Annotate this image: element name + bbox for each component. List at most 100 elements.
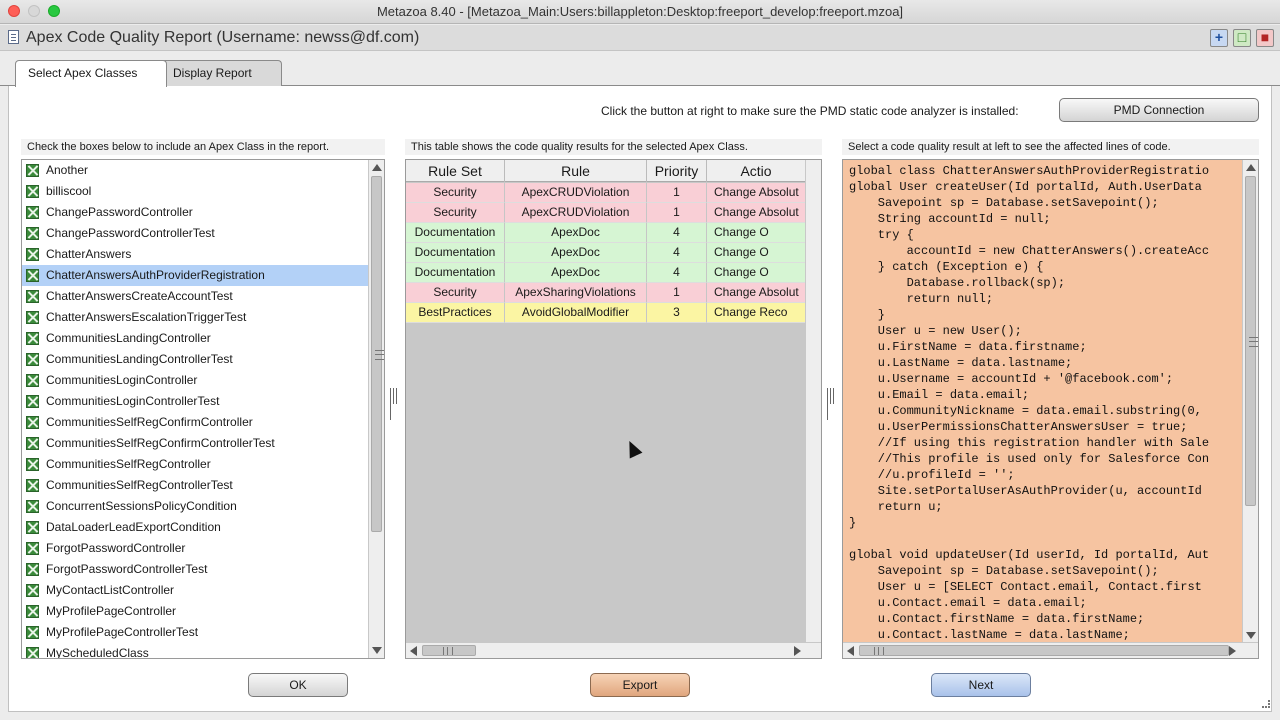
export-button[interactable]: Export	[590, 673, 690, 697]
class-list-item[interactable]: MyProfilePageController	[22, 601, 384, 622]
class-list-item[interactable]: ChangePasswordControllerTest	[22, 223, 384, 244]
results-vertical-scrollbar[interactable]	[805, 160, 821, 643]
results-hscroll-thumb[interactable]	[422, 645, 476, 656]
class-name-label: CommunitiesLoginControllerTest	[46, 394, 220, 408]
class-list-item[interactable]: ConcurrentSessionsPolicyCondition	[22, 496, 384, 517]
class-list-item[interactable]: CommunitiesSelfRegConfirmControllerTest	[22, 433, 384, 454]
resize-grip-icon[interactable]	[1262, 700, 1270, 708]
scroll-left-arrow-icon[interactable]	[410, 646, 417, 656]
table-row[interactable]: Security ApexSharingViolations 1 Change Abs…	[406, 283, 806, 303]
scroll-thumb[interactable]	[371, 176, 384, 532]
checkbox-checked-icon[interactable]	[26, 248, 39, 261]
results-table[interactable]: Rule Set Rule Priority Actio Security Ape…	[405, 159, 822, 659]
checkbox-checked-icon[interactable]	[26, 374, 39, 387]
checkbox-checked-icon[interactable]	[26, 521, 39, 534]
code-line: u.Contact.firstName = data.firstName;	[849, 612, 1145, 626]
class-list-item[interactable]: ChatterAnswersCreateAccountTest	[22, 286, 384, 307]
table-row[interactable]: BestPractices AvoidGlobalModifier 3 Change …	[406, 303, 806, 323]
class-list-item[interactable]: ForgotPasswordControllerTest	[22, 559, 384, 580]
checkbox-checked-icon[interactable]	[26, 437, 39, 450]
checkbox-checked-icon[interactable]	[26, 563, 39, 576]
checkbox-checked-icon[interactable]	[26, 647, 39, 658]
code-hscroll-thumb[interactable]	[859, 645, 1229, 656]
scroll-up-arrow-icon[interactable]	[372, 164, 382, 171]
checkbox-checked-icon[interactable]	[26, 395, 39, 408]
class-list-item[interactable]: CommunitiesLoginController	[22, 370, 384, 391]
class-list-item[interactable]: ForgotPasswordController	[22, 538, 384, 559]
table-row[interactable]: Documentation ApexDoc 4 Change O	[406, 243, 806, 263]
class-list-item[interactable]: billiscool	[22, 181, 384, 202]
class-list-item[interactable]: CommunitiesLandingControllerTest	[22, 349, 384, 370]
class-list-item[interactable]: MyProfilePageControllerTest	[22, 622, 384, 643]
ok-button[interactable]: OK	[248, 673, 348, 697]
checkbox-checked-icon[interactable]	[26, 458, 39, 471]
checkbox-checked-icon[interactable]	[26, 605, 39, 618]
checkbox-checked-icon[interactable]	[26, 290, 39, 303]
class-list-scrollbar[interactable]	[368, 160, 384, 658]
column-header-rule[interactable]: Rule	[505, 160, 647, 182]
close-report-button[interactable]: ■	[1256, 29, 1274, 47]
app-header: Apex Code Quality Report (Username: news…	[0, 25, 1280, 51]
class-list-item[interactable]: CommunitiesLandingController	[22, 328, 384, 349]
column-header-rule-set[interactable]: Rule Set	[406, 160, 505, 182]
class-list-item[interactable]: MyScheduledClass	[22, 643, 384, 658]
class-list-item[interactable]: ChatterAnswers	[22, 244, 384, 265]
checkbox-checked-icon[interactable]	[26, 269, 39, 282]
class-list-item[interactable]: CommunitiesSelfRegControllerTest	[22, 475, 384, 496]
tab-display-report[interactable]: Display Report	[160, 60, 282, 86]
scroll-up-arrow-icon[interactable]	[1246, 164, 1256, 171]
checkbox-checked-icon[interactable]	[26, 500, 39, 513]
column-header-priority[interactable]: Priority	[647, 160, 707, 182]
class-list-item[interactable]: CommunitiesSelfRegController	[22, 454, 384, 475]
apex-class-list[interactable]: Another billiscool ChangePasswordControlle…	[21, 159, 385, 659]
column-header-action[interactable]: Actio	[707, 160, 806, 182]
code-line: global User createUser(Id portalId, Auth…	[849, 180, 1202, 194]
scroll-right-arrow-icon[interactable]	[1229, 646, 1236, 656]
checkbox-checked-icon[interactable]	[26, 416, 39, 429]
next-button[interactable]: Next	[931, 673, 1031, 697]
checkbox-checked-icon[interactable]	[26, 185, 39, 198]
scroll-right-arrow-icon[interactable]	[794, 646, 801, 656]
code-vertical-scrollbar[interactable]	[1242, 160, 1258, 643]
checkbox-checked-icon[interactable]	[26, 626, 39, 639]
pmd-connection-button[interactable]: PMD Connection	[1059, 98, 1259, 122]
code-scroll-thumb[interactable]	[1245, 176, 1258, 506]
checkbox-checked-icon[interactable]	[26, 584, 39, 597]
tab-select-apex-classes[interactable]: Select Apex Classes	[15, 60, 167, 87]
class-list-item[interactable]: ChatterAnswersAuthProviderRegistration	[22, 265, 384, 286]
checkbox-checked-icon[interactable]	[26, 353, 39, 366]
checkbox-checked-icon[interactable]	[26, 311, 39, 324]
results-horizontal-scrollbar[interactable]	[406, 642, 821, 658]
scroll-down-arrow-icon[interactable]	[372, 647, 382, 654]
class-name-label: ChangePasswordControllerTest	[46, 226, 215, 240]
table-row[interactable]: Security ApexCRUDViolation 1 Change Absolut	[406, 183, 806, 203]
class-list-item[interactable]: ChangePasswordController	[22, 202, 384, 223]
maximize-window-button[interactable]	[48, 5, 60, 17]
checkbox-checked-icon[interactable]	[26, 332, 39, 345]
minimize-window-button[interactable]	[28, 5, 40, 17]
restore-window-button[interactable]: □	[1233, 29, 1251, 47]
table-row[interactable]: Security ApexCRUDViolation 1 Change Absolut	[406, 203, 806, 223]
scroll-down-arrow-icon[interactable]	[1246, 632, 1256, 639]
checkbox-checked-icon[interactable]	[26, 227, 39, 240]
table-row[interactable]: Documentation ApexDoc 4 Change O	[406, 263, 806, 283]
checkbox-checked-icon[interactable]	[26, 479, 39, 492]
checkbox-checked-icon[interactable]	[26, 164, 39, 177]
checkbox-checked-icon[interactable]	[26, 206, 39, 219]
add-window-button[interactable]: +	[1210, 29, 1228, 47]
class-list-item[interactable]: MyContactListController	[22, 580, 384, 601]
table-row[interactable]: Documentation ApexDoc 4 Change O	[406, 223, 806, 243]
class-list-item[interactable]: CommunitiesSelfRegConfirmController	[22, 412, 384, 433]
class-list-item[interactable]: CommunitiesLoginControllerTest	[22, 391, 384, 412]
class-list-item[interactable]: DataLoaderLeadExportCondition	[22, 517, 384, 538]
left-splitter-handle[interactable]	[390, 388, 400, 420]
code-viewer[interactable]: global class ChatterAnswersAuthProviderR…	[842, 159, 1259, 659]
right-splitter-handle[interactable]	[827, 388, 837, 420]
class-list-item[interactable]: Another	[22, 160, 384, 181]
scroll-left-arrow-icon[interactable]	[847, 646, 854, 656]
class-list-item[interactable]: ChatterAnswersEscalationTriggerTest	[22, 307, 384, 328]
code-horizontal-scrollbar[interactable]	[843, 642, 1258, 658]
close-window-button[interactable]	[8, 5, 20, 17]
checkbox-checked-icon[interactable]	[26, 542, 39, 555]
code-line: Database.rollback(sp);	[849, 276, 1066, 290]
